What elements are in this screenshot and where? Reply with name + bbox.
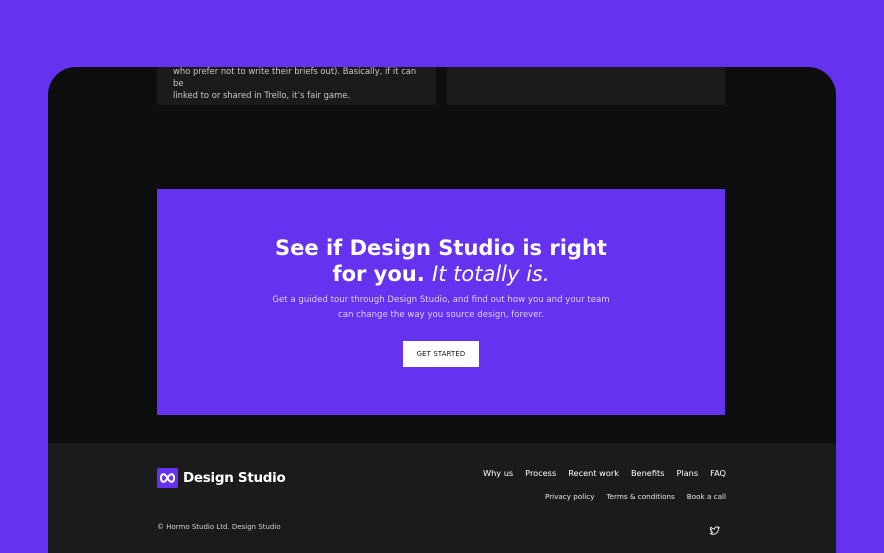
copyright-text: © Hormo Studio Ltd. Design Studio <box>157 523 281 531</box>
faq-answer-line-2: linked to or shared in Trello, it’s fair… <box>173 90 351 100</box>
faq-answer-text: who prefer not to write their briefs out… <box>173 67 423 101</box>
faq-card-empty <box>447 67 725 105</box>
footer-link-book-a-call[interactable]: Book a call <box>687 492 726 501</box>
faq-answer-card: who prefer not to write their briefs out… <box>157 67 436 105</box>
twitter-icon[interactable] <box>709 521 720 535</box>
faq-answer-line-1: who prefer not to write their briefs out… <box>173 67 417 88</box>
footer-link-faq[interactable]: FAQ <box>710 468 726 478</box>
cta-title-line-1: See if Design Studio is right <box>275 236 607 260</box>
footer-link-recent-work[interactable]: Recent work <box>568 468 619 478</box>
cta-subtitle-line-2: can change the way you source design, fo… <box>337 309 544 320</box>
cta-subtitle: Get a guided tour through Design Studio,… <box>257 293 625 322</box>
cta-title: See if Design Studio is right for you. I… <box>157 235 725 287</box>
footer-link-plans[interactable]: Plans <box>676 468 698 478</box>
footer-main-nav: Why us Process Recent work Benefits Plan… <box>483 468 726 478</box>
get-started-button[interactable]: GET STARTED <box>403 341 479 367</box>
logo-text: Design Studio <box>183 470 286 486</box>
footer-link-terms[interactable]: Terms & conditions <box>606 492 674 501</box>
infinity-logo-icon <box>157 468 178 488</box>
device-frame: who prefer not to write their briefs out… <box>48 67 836 553</box>
cta-subtitle-line-1: Get a guided tour through Design Studio,… <box>272 295 610 305</box>
footer-link-process[interactable]: Process <box>525 468 556 478</box>
cta-title-line-2: for you. <box>332 262 425 286</box>
site-footer: Design Studio Why us Process Recent work… <box>48 443 836 553</box>
footer-link-why-us[interactable]: Why us <box>483 468 513 478</box>
footer-link-benefits[interactable]: Benefits <box>631 468 665 478</box>
cta-section: See if Design Studio is right for you. I… <box>157 189 725 415</box>
cta-title-emphasis: It totally is. <box>432 262 550 286</box>
footer-link-privacy-policy[interactable]: Privacy policy <box>545 492 594 501</box>
footer-secondary-nav: Privacy policy Terms & conditions Book a… <box>545 492 726 501</box>
footer-logo[interactable]: Design Studio <box>157 468 286 488</box>
